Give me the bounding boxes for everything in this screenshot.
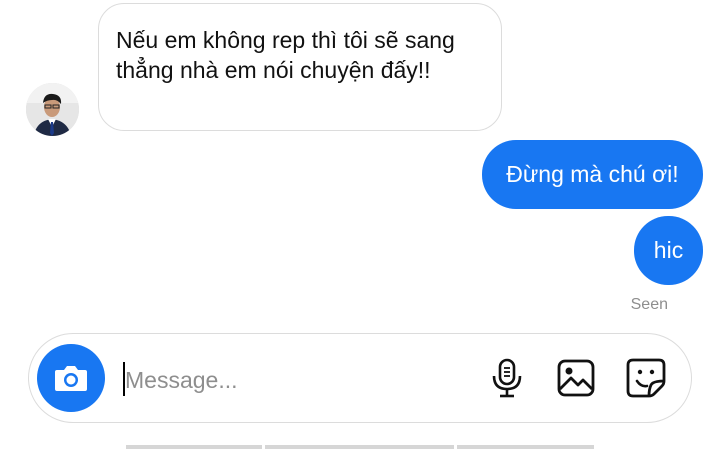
contact-avatar[interactable]: [26, 83, 79, 136]
avatar-image: [26, 83, 79, 136]
microphone-icon: [492, 358, 522, 398]
sticker-icon: [626, 358, 666, 398]
keyboard-suggestion-bar: [265, 445, 454, 449]
gallery-button[interactable]: [554, 356, 598, 400]
keyboard-suggestion-bar: [457, 445, 594, 449]
outgoing-message-bubble[interactable]: hic: [634, 216, 703, 285]
image-icon: [557, 359, 595, 397]
seen-status: Seen: [630, 296, 668, 313]
camera-icon: [55, 366, 87, 391]
outgoing-message-bubble[interactable]: Đừng mà chú ơi!: [482, 140, 703, 209]
message-input[interactable]: [125, 360, 425, 400]
outgoing-message-text: Đừng mà chú ơi!: [506, 161, 679, 187]
voice-message-button[interactable]: [485, 356, 529, 400]
sticker-button[interactable]: [624, 356, 668, 400]
incoming-message-text: Nếu em không rep thì tôi sẽ sang thẳng n…: [116, 27, 455, 83]
incoming-message-bubble[interactable]: Nếu em không rep thì tôi sẽ sang thẳng n…: [98, 3, 502, 131]
keyboard-suggestion-bar: [126, 445, 262, 449]
outgoing-message-text: hic: [653, 237, 684, 263]
camera-button[interactable]: [37, 344, 105, 412]
